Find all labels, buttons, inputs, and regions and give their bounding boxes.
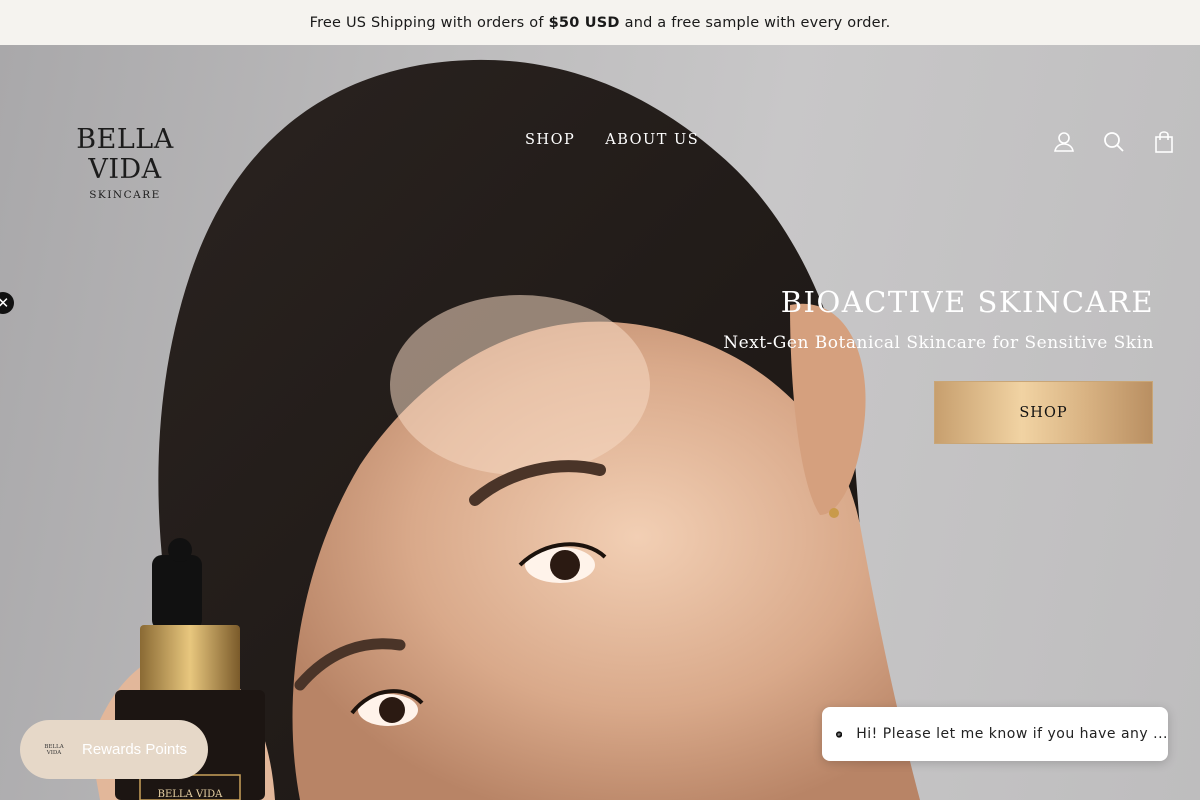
site-logo[interactable]: BELLA VIDA SKINCARE <box>40 124 210 202</box>
rewards-logo: BELLA VIDA <box>44 743 64 756</box>
announcement-text-before: Free US Shipping with orders of <box>309 14 544 31</box>
chat-message: Hi! Please let me know if you have any .… <box>856 726 1168 742</box>
account-icon[interactable] <box>1053 131 1075 153</box>
search-icon[interactable] <box>1103 131 1125 153</box>
hero-title: BIOACTIVE SKINCARE <box>780 285 1154 319</box>
rewards-label: Rewards Points <box>82 741 188 758</box>
logo-subtitle: SKINCARE <box>89 189 161 201</box>
bottle-label: BELLA VIDA <box>158 789 224 800</box>
main-nav: SHOP ABOUT US <box>525 132 699 148</box>
cart-icon[interactable] <box>1153 131 1175 153</box>
announcement-amount: $50 USD <box>548 14 620 31</box>
site-header: BELLA VIDA SKINCARE SHOP ABOUT US <box>0 45 1200 235</box>
hero-shop-button[interactable]: SHOP <box>934 381 1153 444</box>
chat-bubble-icon <box>836 730 843 738</box>
announcement-text-after: and a free sample with every order. <box>624 14 891 31</box>
logo-brand: BELLA VIDA <box>76 124 174 185</box>
announcement-bar: Free US Shipping with orders of $50 USD … <box>0 0 1200 45</box>
chat-widget[interactable]: Hi! Please let me know if you have any .… <box>822 707 1168 761</box>
hero-subtitle: Next-Gen Botanical Skincare for Sensitiv… <box>723 333 1154 353</box>
header-icons <box>1053 131 1175 153</box>
rewards-points-button[interactable]: BELLA VIDA Rewards Points <box>20 720 208 779</box>
nav-about-us[interactable]: ABOUT US <box>605 132 699 148</box>
nav-shop[interactable]: SHOP <box>525 132 575 148</box>
